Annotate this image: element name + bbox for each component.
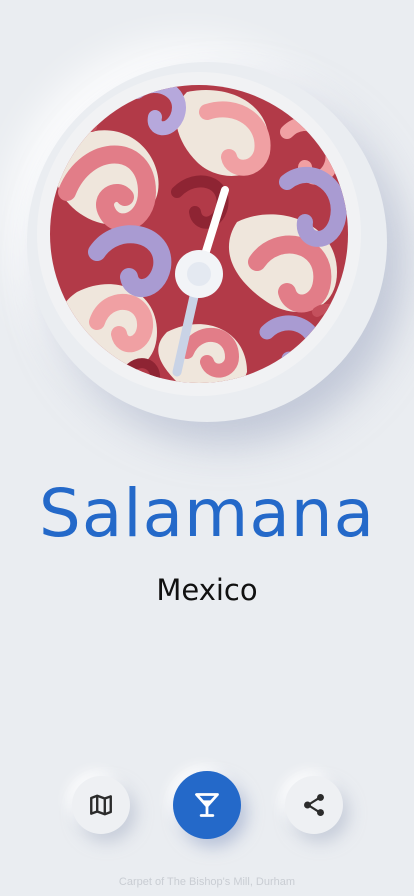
- clock-face: [37, 72, 361, 396]
- drinks-button[interactable]: [173, 771, 241, 839]
- map-icon: [90, 794, 112, 816]
- city-name: Salamana: [38, 475, 376, 552]
- carpet-pattern: [50, 85, 348, 383]
- clock-area: [0, 40, 414, 440]
- share-button[interactable]: [285, 776, 343, 834]
- artwork-credit: Carpet of The Bishop's Mill, Durham: [118, 876, 296, 888]
- clock-artwork: [50, 85, 348, 383]
- cocktail-icon: [195, 793, 219, 817]
- country-name: Mexico: [156, 573, 258, 607]
- share-icon: [304, 793, 324, 817]
- map-button[interactable]: [72, 776, 130, 834]
